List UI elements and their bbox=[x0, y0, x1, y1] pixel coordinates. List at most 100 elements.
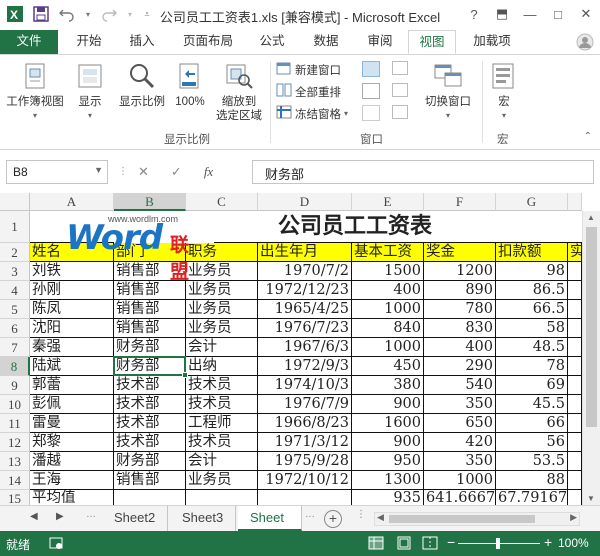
cell-h4[interactable] bbox=[568, 281, 582, 300]
column-header-c[interactable]: C bbox=[186, 193, 258, 211]
cell-b5[interactable]: 销售部 bbox=[114, 300, 186, 319]
cell-e8[interactable]: 450 bbox=[352, 357, 424, 376]
column-header-d[interactable]: D bbox=[258, 193, 352, 211]
cell-c5[interactable]: 业务员 bbox=[186, 300, 258, 319]
row-header-15[interactable]: 15 bbox=[0, 490, 30, 505]
column-header-g[interactable]: G bbox=[496, 193, 568, 211]
cell-c15[interactable] bbox=[186, 490, 258, 505]
tab-page-layout[interactable]: 页面布局 bbox=[172, 30, 244, 54]
sheet-overflow-icon[interactable]: … bbox=[305, 509, 315, 520]
row-header-9[interactable]: 9 bbox=[0, 376, 30, 395]
cell-b11[interactable]: 技术部 bbox=[114, 414, 186, 433]
cell-c6[interactable]: 业务员 bbox=[186, 319, 258, 338]
cell-a15[interactable]: 平均值 bbox=[30, 490, 114, 505]
cell-h9[interactable] bbox=[568, 376, 582, 395]
cell-h13[interactable] bbox=[568, 452, 582, 471]
cell-a5[interactable]: 陈凤 bbox=[30, 300, 114, 319]
cell-g8[interactable]: 78 bbox=[496, 357, 568, 376]
cell-d8[interactable]: 1972/9/3 bbox=[258, 357, 352, 376]
tab-insert[interactable]: 插入 bbox=[118, 30, 166, 54]
row-header-3[interactable]: 3 bbox=[0, 262, 30, 281]
horizontal-scrollbar[interactable]: ◀ ▶ bbox=[374, 512, 580, 526]
freeze-panes-button[interactable]: 冻结窗格 ▾ bbox=[276, 105, 348, 122]
scroll-down-icon[interactable]: ▼ bbox=[587, 494, 595, 503]
cell-g12[interactable]: 56 bbox=[496, 433, 568, 452]
column-header-e[interactable]: E bbox=[352, 193, 424, 211]
maximize-button[interactable]: □ bbox=[544, 0, 572, 28]
tab-formulas[interactable]: 公式 bbox=[248, 30, 296, 54]
cell-f4[interactable]: 890 bbox=[424, 281, 496, 300]
cell-h12[interactable] bbox=[568, 433, 582, 452]
cell-d14[interactable]: 1972/10/12 bbox=[258, 471, 352, 490]
row-header-13[interactable]: 13 bbox=[0, 452, 30, 471]
row-header-8[interactable]: 8 bbox=[0, 357, 30, 376]
unhide-window-icon[interactable] bbox=[362, 105, 380, 121]
zoom-100-button[interactable]: 100% bbox=[172, 61, 208, 109]
vertical-scroll-thumb[interactable] bbox=[586, 227, 597, 427]
row-header-2[interactable]: 2 bbox=[0, 243, 30, 262]
cell-e2[interactable]: 基本工资 bbox=[352, 243, 424, 262]
row-header-14[interactable]: 14 bbox=[0, 471, 30, 490]
cell-h6[interactable] bbox=[568, 319, 582, 338]
row-header-11[interactable]: 11 bbox=[0, 414, 30, 433]
row-header-1[interactable]: 1 bbox=[0, 211, 30, 243]
cell-h3[interactable] bbox=[568, 262, 582, 281]
cell-f15[interactable]: 641.6667 bbox=[424, 490, 496, 505]
cell-b6[interactable]: 销售部 bbox=[114, 319, 186, 338]
row-header-4[interactable]: 4 bbox=[0, 281, 30, 300]
cell-d4[interactable]: 1972/12/23 bbox=[258, 281, 352, 300]
tab-file[interactable]: 文件 bbox=[0, 30, 58, 54]
cell-f2[interactable]: 奖金 bbox=[424, 243, 496, 262]
cell-f12[interactable]: 420 bbox=[424, 433, 496, 452]
scroll-up-icon[interactable]: ▲ bbox=[587, 213, 595, 222]
tab-data[interactable]: 数据 bbox=[302, 30, 350, 54]
cell-g3[interactable]: 98 bbox=[496, 262, 568, 281]
cell-d2[interactable]: 出生年月 bbox=[258, 243, 352, 262]
select-all-button[interactable] bbox=[0, 193, 30, 211]
scroll-left-icon[interactable]: ◀ bbox=[377, 512, 384, 523]
tab-split-grip-icon[interactable]: ⋮ bbox=[356, 509, 366, 520]
cell-a7[interactable]: 秦强 bbox=[30, 338, 114, 357]
cell-c11[interactable]: 工程师 bbox=[186, 414, 258, 433]
cell-b12[interactable]: 技术部 bbox=[114, 433, 186, 452]
cell-g4[interactable]: 86.5 bbox=[496, 281, 568, 300]
enter-icon[interactable]: ✓ bbox=[171, 164, 182, 180]
cell-e6[interactable]: 840 bbox=[352, 319, 424, 338]
cell-d3[interactable]: 1970/7/2 bbox=[258, 262, 352, 281]
reset-window-position-icon[interactable] bbox=[392, 105, 408, 119]
cell-d15[interactable] bbox=[258, 490, 352, 505]
cell-e11[interactable]: 1600 bbox=[352, 414, 424, 433]
tab-addins[interactable]: 加载项 bbox=[462, 30, 522, 54]
cell-d13[interactable]: 1975/9/28 bbox=[258, 452, 352, 471]
macro-recording-icon[interactable] bbox=[48, 535, 64, 551]
normal-view-icon[interactable] bbox=[368, 535, 384, 551]
cell-b10[interactable]: 技术部 bbox=[114, 395, 186, 414]
cell-g13[interactable]: 53.5 bbox=[496, 452, 568, 471]
ribbon-display-options-button[interactable]: ⬒ bbox=[488, 0, 516, 28]
sheet-title-cell[interactable]: 公司员工工资表 bbox=[214, 211, 582, 243]
cell-h8[interactable] bbox=[568, 357, 582, 376]
cell-c9[interactable]: 技术员 bbox=[186, 376, 258, 395]
cell-f10[interactable]: 350 bbox=[424, 395, 496, 414]
prev-sheet-icon[interactable]: ◀ bbox=[30, 511, 38, 522]
cell-a9[interactable]: 郭蕾 bbox=[30, 376, 114, 395]
cell-c12[interactable]: 技术员 bbox=[186, 433, 258, 452]
scroll-right-icon[interactable]: ▶ bbox=[570, 512, 577, 523]
cell-f8[interactable]: 290 bbox=[424, 357, 496, 376]
zoom-out-button[interactable]: − bbox=[447, 534, 455, 550]
cell-g9[interactable]: 69 bbox=[496, 376, 568, 395]
cell-e13[interactable]: 950 bbox=[352, 452, 424, 471]
cell-g6[interactable]: 58 bbox=[496, 319, 568, 338]
cell-d10[interactable]: 1976/7/9 bbox=[258, 395, 352, 414]
cell-e3[interactable]: 1500 bbox=[352, 262, 424, 281]
minimize-button[interactable]: — bbox=[516, 0, 544, 28]
cell-g11[interactable]: 66 bbox=[496, 414, 568, 433]
cell-g15[interactable]: 67.79167 bbox=[496, 490, 568, 505]
cell-c14[interactable]: 业务员 bbox=[186, 471, 258, 490]
cell-d5[interactable]: 1965/4/25 bbox=[258, 300, 352, 319]
cell-a4[interactable]: 孙刚 bbox=[30, 281, 114, 300]
cell-c10[interactable]: 技术员 bbox=[186, 395, 258, 414]
sheet-tab-sheet3[interactable]: Sheet3 bbox=[170, 506, 237, 531]
sheet-tab-sheet1[interactable]: Sheet bbox=[238, 506, 302, 531]
cell-h2[interactable]: 实 bbox=[568, 243, 582, 262]
